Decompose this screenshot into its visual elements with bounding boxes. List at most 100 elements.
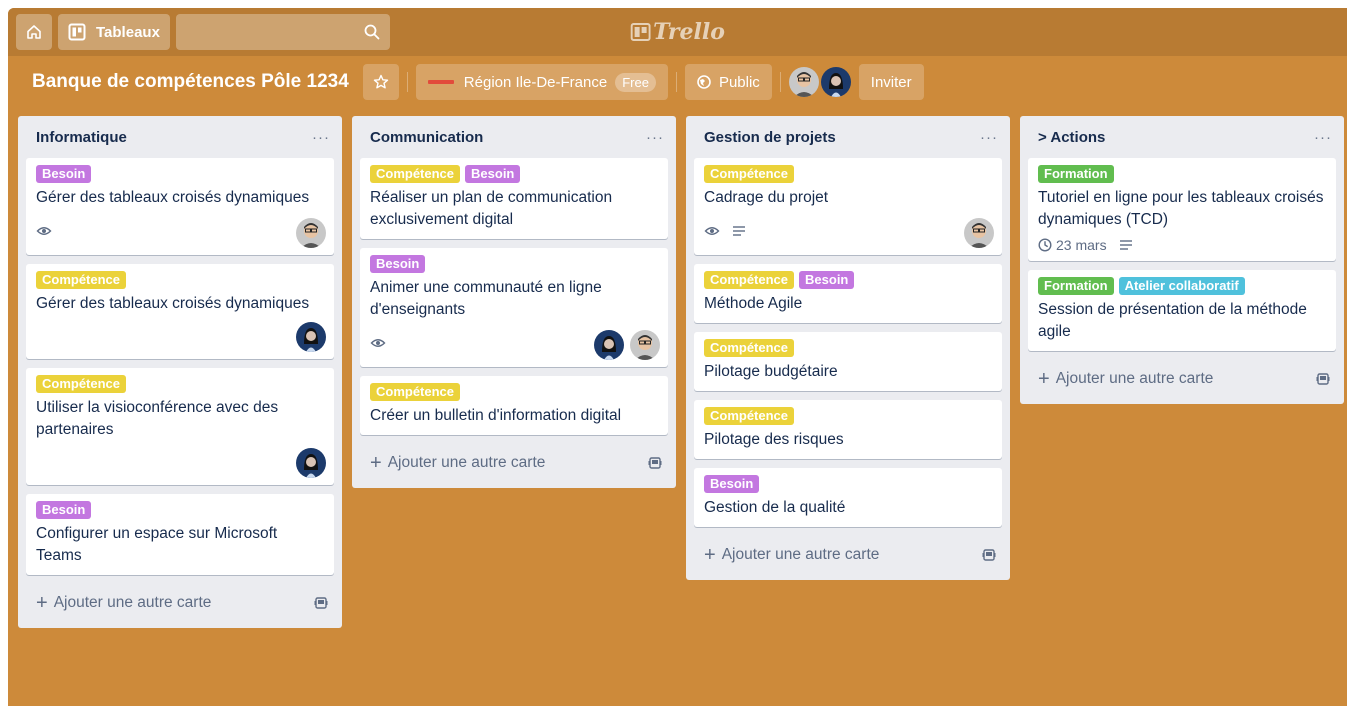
card-members xyxy=(296,448,326,478)
label-competence[interactable]: Compétence xyxy=(704,271,795,289)
card-title: Pilotage des risques xyxy=(704,431,844,448)
card[interactable]: Besoin Gestion de la qualité xyxy=(694,468,1002,527)
list-informatique: Informatique ··· Besoin Gérer des tablea… xyxy=(18,116,342,628)
card-title: Gestion de la qualité xyxy=(704,499,846,516)
list-title[interactable]: Gestion de projets xyxy=(704,129,836,146)
card-labels: Besoin xyxy=(36,501,324,519)
card[interactable]: Besoin Gérer des tableaux croisés dynami… xyxy=(26,158,334,255)
card-template-icon[interactable] xyxy=(1316,372,1330,386)
label-atelier-collaboratif[interactable]: Atelier collaboratif xyxy=(1118,277,1245,295)
home-icon xyxy=(26,24,42,40)
add-card-label: Ajouter une autre carte xyxy=(387,454,546,471)
search-icon[interactable] xyxy=(364,24,380,40)
card-title: Animer une communauté en ligne d'enseign… xyxy=(370,279,602,318)
label-formation[interactable]: Formation xyxy=(1038,165,1114,183)
card[interactable]: Compétence Utiliser la visioconférence a… xyxy=(26,368,334,485)
board-header: Banque de compétences Pôle 1234 Région I… xyxy=(8,56,1347,108)
add-card-label: Ajouter une autre carte xyxy=(1055,370,1214,387)
trello-logo[interactable]: Trello xyxy=(630,19,725,45)
card[interactable]: Besoin Animer une communauté en ligne d'… xyxy=(360,248,668,367)
member-avatar[interactable] xyxy=(296,448,326,478)
due-date-badge[interactable]: 23 mars xyxy=(1038,237,1107,253)
free-badge: Free xyxy=(615,72,656,92)
label-besoin[interactable]: Besoin xyxy=(36,501,92,519)
card-template-icon[interactable] xyxy=(648,456,662,470)
member-avatar[interactable] xyxy=(296,322,326,352)
visibility-button[interactable]: Public xyxy=(684,64,772,100)
card-title: Gérer des tableaux croisés dynamiques xyxy=(36,295,310,312)
list-menu-icon[interactable]: ··· xyxy=(980,129,998,146)
add-card-label: Ajouter une autre carte xyxy=(721,546,880,563)
card[interactable]: Compétence Besoin Méthode Agile xyxy=(694,264,1002,323)
list-menu-icon[interactable]: ··· xyxy=(1314,129,1332,146)
card-template-icon[interactable] xyxy=(982,548,996,562)
label-besoin[interactable]: Besoin xyxy=(704,475,760,493)
list-header: > Actions ··· xyxy=(1028,116,1336,158)
card[interactable]: Compétence Besoin Réaliser un plan de co… xyxy=(360,158,668,239)
member-avatar[interactable] xyxy=(594,330,624,360)
list-title[interactable]: > Actions xyxy=(1038,129,1105,146)
label-besoin[interactable]: Besoin xyxy=(465,165,521,183)
board-title[interactable]: Banque de compétences Pôle 1234 xyxy=(32,71,349,93)
member-avatar[interactable] xyxy=(820,67,851,97)
visibility-label: Public xyxy=(718,73,760,91)
member-avatar[interactable] xyxy=(630,330,660,360)
add-card-button[interactable]: + Ajouter une autre carte xyxy=(1028,360,1336,398)
card-title: Gérer des tableaux croisés dynamiques xyxy=(36,189,310,206)
add-card-label: Ajouter une autre carte xyxy=(53,594,212,611)
team-button[interactable]: Région Ile-De-France Free xyxy=(415,64,668,100)
card[interactable]: Formation Atelier collaboratif Session d… xyxy=(1028,270,1336,351)
card-labels: Besoin xyxy=(704,475,992,493)
boards-icon xyxy=(68,23,86,41)
board-frame: Tableaux Trello Banque de compétences Pô… xyxy=(8,8,1347,706)
card[interactable]: Compétence Pilotage des risques xyxy=(694,400,1002,459)
label-competence[interactable]: Compétence xyxy=(36,375,127,393)
watch-icon xyxy=(36,223,52,239)
card[interactable]: Besoin Configurer un espace sur Microsof… xyxy=(26,494,334,575)
card-title: Configurer un espace sur Microsoft Teams xyxy=(36,525,278,564)
board-members xyxy=(788,67,851,97)
list-menu-icon[interactable]: ··· xyxy=(312,129,330,146)
card[interactable]: Compétence Gérer des tableaux croisés dy… xyxy=(26,264,334,359)
card[interactable]: Compétence Cadrage du projet xyxy=(694,158,1002,255)
description-icon xyxy=(732,224,746,238)
label-competence[interactable]: Compétence xyxy=(704,339,795,357)
card[interactable]: Compétence Créer un bulletin d'informati… xyxy=(360,376,668,435)
star-button[interactable] xyxy=(362,64,399,100)
card-labels: Compétence xyxy=(370,383,658,401)
list-title[interactable]: Communication xyxy=(370,129,483,146)
label-formation[interactable]: Formation xyxy=(1038,277,1114,295)
invite-button[interactable]: Inviter xyxy=(858,64,924,100)
label-competence[interactable]: Compétence xyxy=(370,165,461,183)
label-competence[interactable]: Compétence xyxy=(370,383,461,401)
card-labels: Compétence xyxy=(36,375,324,393)
card-badges xyxy=(704,215,992,247)
card-template-icon[interactable] xyxy=(314,596,328,610)
label-besoin[interactable]: Besoin xyxy=(370,255,426,273)
member-avatar[interactable] xyxy=(964,218,994,248)
card-labels: Compétence xyxy=(704,407,992,425)
label-competence[interactable]: Compétence xyxy=(704,407,795,425)
card-labels: Compétence Besoin xyxy=(370,165,658,183)
member-avatar[interactable] xyxy=(788,67,819,97)
member-avatar[interactable] xyxy=(296,218,326,248)
header-divider xyxy=(406,72,408,92)
label-competence[interactable]: Compétence xyxy=(704,165,795,183)
board-lists: Informatique ··· Besoin Gérer des tablea… xyxy=(18,116,1347,628)
card-labels: Compétence xyxy=(704,165,992,183)
label-competence[interactable]: Compétence xyxy=(36,271,127,289)
list-title[interactable]: Informatique xyxy=(36,129,127,146)
label-besoin[interactable]: Besoin xyxy=(36,165,92,183)
add-card-button[interactable]: + Ajouter une autre carte xyxy=(26,584,334,622)
boards-button[interactable]: Tableaux xyxy=(58,14,170,50)
add-card-button[interactable]: + Ajouter une autre carte xyxy=(360,444,668,482)
add-card-button[interactable]: + Ajouter une autre carte xyxy=(694,536,1002,574)
search-input[interactable] xyxy=(172,14,364,50)
card[interactable]: Formation Tutoriel en ligne pour les tab… xyxy=(1028,158,1336,261)
watch-icon xyxy=(370,335,386,351)
search-box[interactable] xyxy=(172,14,390,50)
card[interactable]: Compétence Pilotage budgétaire xyxy=(694,332,1002,391)
home-button[interactable] xyxy=(16,14,52,50)
list-menu-icon[interactable]: ··· xyxy=(646,129,664,146)
label-besoin[interactable]: Besoin xyxy=(799,271,855,289)
